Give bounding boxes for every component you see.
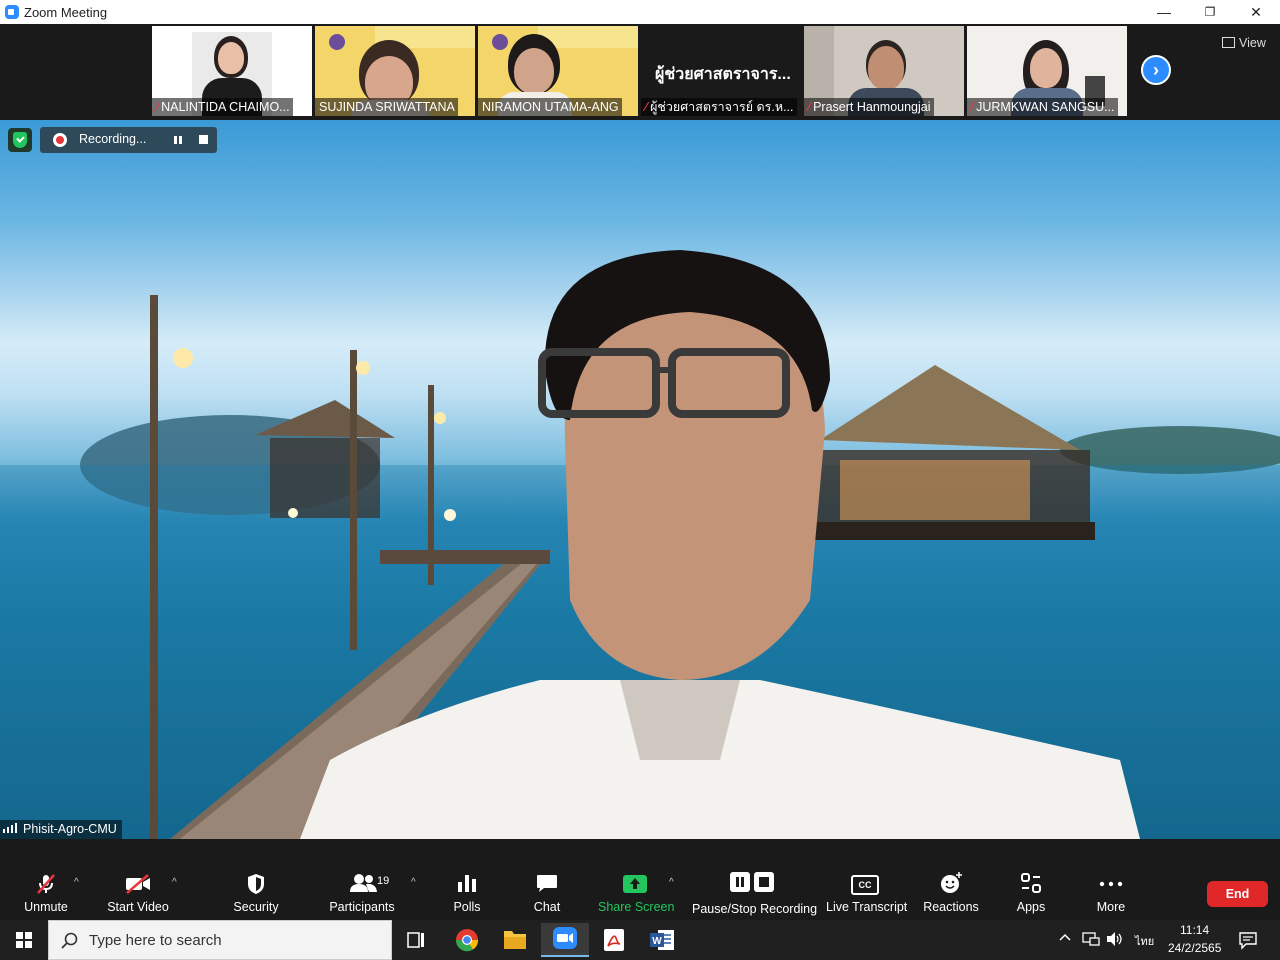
search-placeholder: Type here to search: [89, 932, 222, 949]
share-options-caret[interactable]: ^: [669, 877, 674, 888]
pause-recording-icon[interactable]: [172, 134, 184, 146]
polls-button[interactable]: Polls: [436, 839, 498, 920]
network-icon[interactable]: [1082, 931, 1100, 950]
apps-icon: [1021, 873, 1041, 893]
pause-stop-recording-icon: [730, 872, 774, 892]
participants-button[interactable]: 19 Participants: [322, 839, 402, 920]
restore-button[interactable]: ❐: [1187, 0, 1233, 24]
view-button[interactable]: View: [1222, 36, 1266, 50]
more-button[interactable]: More: [1084, 839, 1138, 920]
participant-name: SUJINDA SRIWATTANA: [315, 98, 458, 116]
apps-button[interactable]: Apps: [1004, 839, 1058, 920]
participant-name: NIRAMON UTAMA-ANG: [478, 98, 622, 116]
muted-mic-icon: ⁄: [645, 100, 648, 114]
muted-mic-icon: ⁄: [808, 100, 811, 114]
zoom-taskbar-icon[interactable]: [541, 923, 589, 957]
word-icon[interactable]: W: [638, 926, 686, 954]
chrome-icon[interactable]: [443, 926, 491, 954]
participant-gallery-strip: ⁄ NALINTIDA CHAIMO... SUJINDA SRIWATTANA …: [0, 24, 1280, 120]
participant-tile[interactable]: ⁄ JURMKWAN SANGSU...: [967, 26, 1127, 116]
security-button[interactable]: Security: [220, 839, 292, 920]
taskbar-search-box[interactable]: Type here to search: [48, 920, 392, 960]
close-button[interactable]: ✕: [1233, 0, 1279, 24]
meeting-toolbar: Unmute ^ Start Video ^ Security 19 Parti…: [0, 839, 1280, 920]
audio-options-caret[interactable]: ^: [74, 877, 79, 888]
muted-mic-icon: ⁄: [971, 100, 974, 114]
participant-tile[interactable]: ⁄ Prasert Hanmoungjai: [804, 26, 964, 116]
windows-start-icon[interactable]: [16, 932, 32, 948]
svg-text:W: W: [652, 936, 662, 947]
participant-name: ⁄ Prasert Hanmoungjai: [804, 98, 934, 116]
participant-tile[interactable]: SUJINDA SRIWATTANA: [315, 26, 475, 116]
participants-icon: [350, 874, 377, 892]
clock-date[interactable]: 24/2/2565: [1168, 941, 1221, 955]
speaker-name-label: Phisit-Agro-CMU: [0, 820, 122, 839]
recording-dot-icon: [53, 133, 67, 147]
active-speaker-video: [0, 120, 1280, 839]
input-language[interactable]: ไทย: [1135, 932, 1154, 950]
video-off-icon: [126, 874, 150, 894]
muted-mic-icon: [37, 874, 55, 894]
signal-strength-icon: [3, 823, 19, 833]
grid-icon: [1222, 37, 1235, 48]
share-screen-button[interactable]: Share Screen: [598, 839, 674, 920]
participant-name: ⁄ JURMKWAN SANGSU...: [967, 98, 1118, 116]
start-video-button[interactable]: Start Video: [102, 839, 174, 920]
search-icon: [61, 932, 78, 949]
windows-taskbar: Type here to search W ไทย 11:14 24/2/256…: [0, 920, 1280, 960]
participant-name: ⁄ NALINTIDA CHAIMO...: [152, 98, 293, 116]
recording-label: Recording...: [79, 132, 147, 146]
participant-name: ⁄ ผู้ช่วยศาสตราจารย์ ดร.ห...: [641, 98, 797, 116]
more-dots-icon: [1099, 881, 1123, 887]
polls-icon: [458, 875, 476, 892]
pdf-reader-icon[interactable]: [590, 926, 638, 954]
volume-icon[interactable]: [1106, 931, 1124, 950]
shield-icon: [248, 874, 264, 894]
reactions-button[interactable]: Reactions: [918, 839, 984, 920]
security-shield-icon[interactable]: [8, 128, 32, 152]
clock-time[interactable]: 11:14: [1180, 923, 1209, 937]
participant-tile[interactable]: ⁄ NALINTIDA CHAIMO...: [152, 26, 312, 116]
virtual-background-image: [0, 250, 1280, 839]
tray-overflow-chevron-icon[interactable]: [1058, 931, 1072, 948]
participant-tile[interactable]: ผู้ช่วยศาสตราจาร... ⁄ ผู้ช่วยศาสตราจารย์ …: [641, 26, 801, 116]
stop-recording-icon[interactable]: [199, 135, 208, 144]
pause-stop-recording-button[interactable]: Pause/Stop Recording: [692, 839, 817, 920]
participant-tile[interactable]: NIRAMON UTAMA-ANG: [478, 26, 638, 116]
closed-caption-icon: CC: [851, 875, 879, 895]
participants-count: 19: [377, 875, 390, 887]
chat-button[interactable]: Chat: [516, 839, 578, 920]
file-explorer-icon[interactable]: [491, 926, 539, 954]
participant-name-placeholder: ผู้ช่วยศาสตราจาร...: [655, 66, 791, 83]
live-transcript-button[interactable]: CC Live Transcript: [826, 839, 907, 920]
chevron-right-icon[interactable]: ›: [1141, 55, 1171, 85]
end-meeting-button[interactable]: End: [1207, 881, 1268, 907]
task-view-icon[interactable]: [392, 926, 440, 954]
share-screen-icon: [623, 875, 647, 893]
window-title: Zoom Meeting: [24, 4, 108, 20]
notifications-icon[interactable]: [1238, 930, 1258, 953]
minimize-button[interactable]: —: [1141, 0, 1187, 24]
title-bar: Zoom Meeting — ❐ ✕: [0, 0, 1280, 24]
video-options-caret[interactable]: ^: [172, 877, 177, 888]
muted-mic-icon: ⁄: [156, 100, 159, 114]
reactions-icon: [941, 872, 962, 893]
chat-icon: [537, 875, 557, 892]
zoom-logo-icon: [5, 5, 19, 19]
participants-options-caret[interactable]: ^: [411, 877, 416, 888]
recording-indicator: Recording...: [40, 127, 217, 153]
unmute-button[interactable]: Unmute: [10, 839, 82, 920]
